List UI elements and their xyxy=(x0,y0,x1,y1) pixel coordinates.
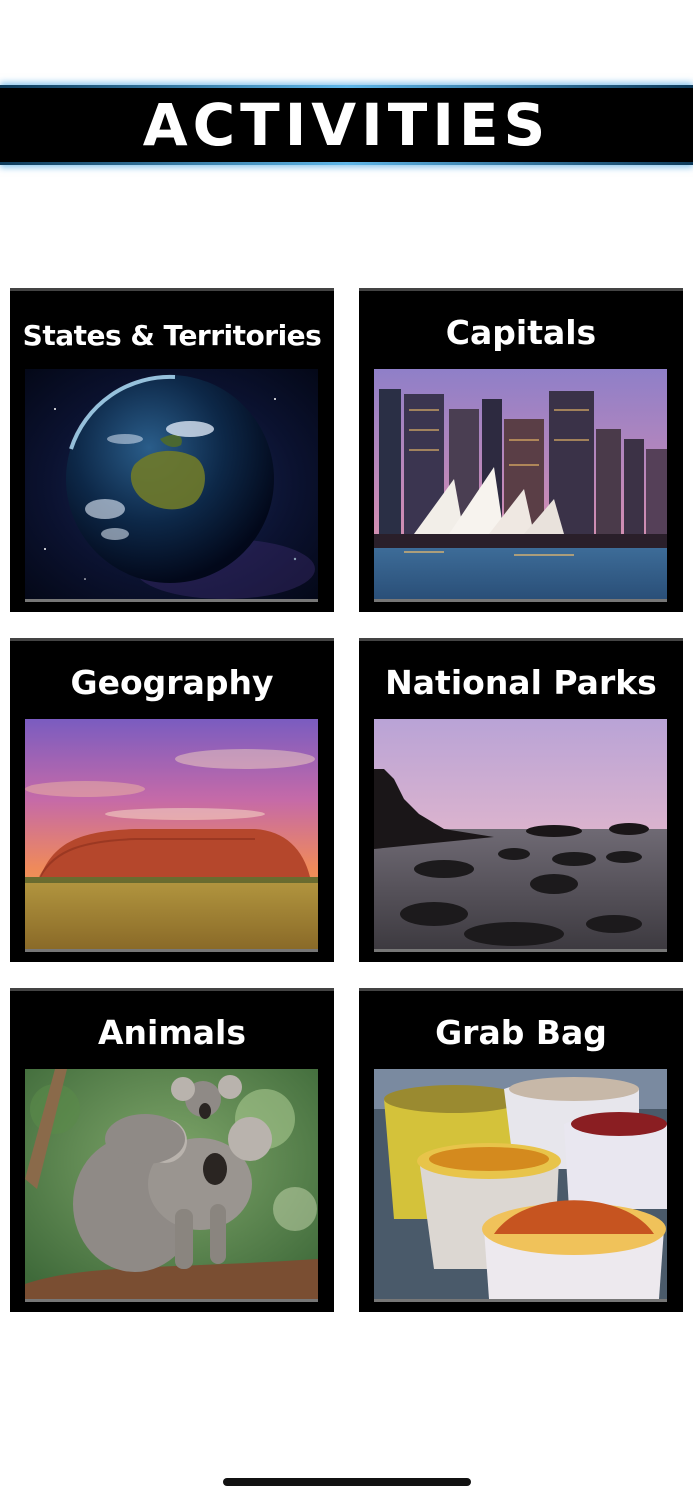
tile-label: Animals xyxy=(98,1013,246,1052)
tile-grab-bag[interactable]: Grab Bag xyxy=(359,988,683,1312)
uluru-sunset-image xyxy=(25,719,318,952)
earth-australia-image xyxy=(25,369,318,602)
home-indicator[interactable] xyxy=(223,1478,471,1486)
sydney-opera-house-image xyxy=(374,369,667,602)
coastal-rocks-image xyxy=(374,719,667,952)
header-bar: ACTIVITIES xyxy=(0,85,693,165)
tile-label: Grab Bag xyxy=(435,1013,607,1052)
tile-label: States & Territories xyxy=(22,319,322,352)
tile-label: Capitals xyxy=(445,313,597,352)
tile-label: National Parks xyxy=(385,663,657,702)
spice-sacks-image xyxy=(374,1069,667,1302)
koala-image xyxy=(25,1069,318,1302)
tile-geography[interactable]: Geography xyxy=(10,638,334,962)
tile-capitals[interactable]: Capitals xyxy=(359,288,683,612)
tile-states-territories[interactable]: States & Territories xyxy=(10,288,334,612)
tile-label: Geography xyxy=(70,663,274,702)
tile-national-parks[interactable]: National Parks xyxy=(359,638,683,962)
tile-animals[interactable]: Animals xyxy=(10,988,334,1312)
page-title: ACTIVITIES xyxy=(142,91,551,159)
